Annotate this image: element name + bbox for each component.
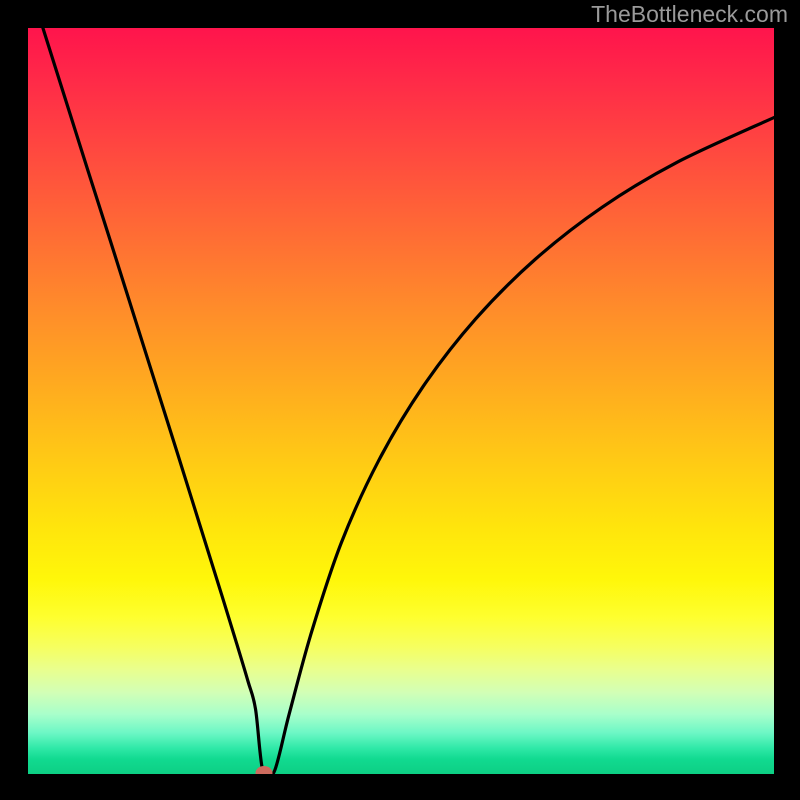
optimal-point-marker	[255, 766, 272, 774]
watermark-text: TheBottleneck.com	[591, 1, 788, 28]
plot-area	[28, 28, 774, 774]
outer-frame: TheBottleneck.com	[0, 0, 800, 800]
bottleneck-curve	[28, 28, 774, 774]
